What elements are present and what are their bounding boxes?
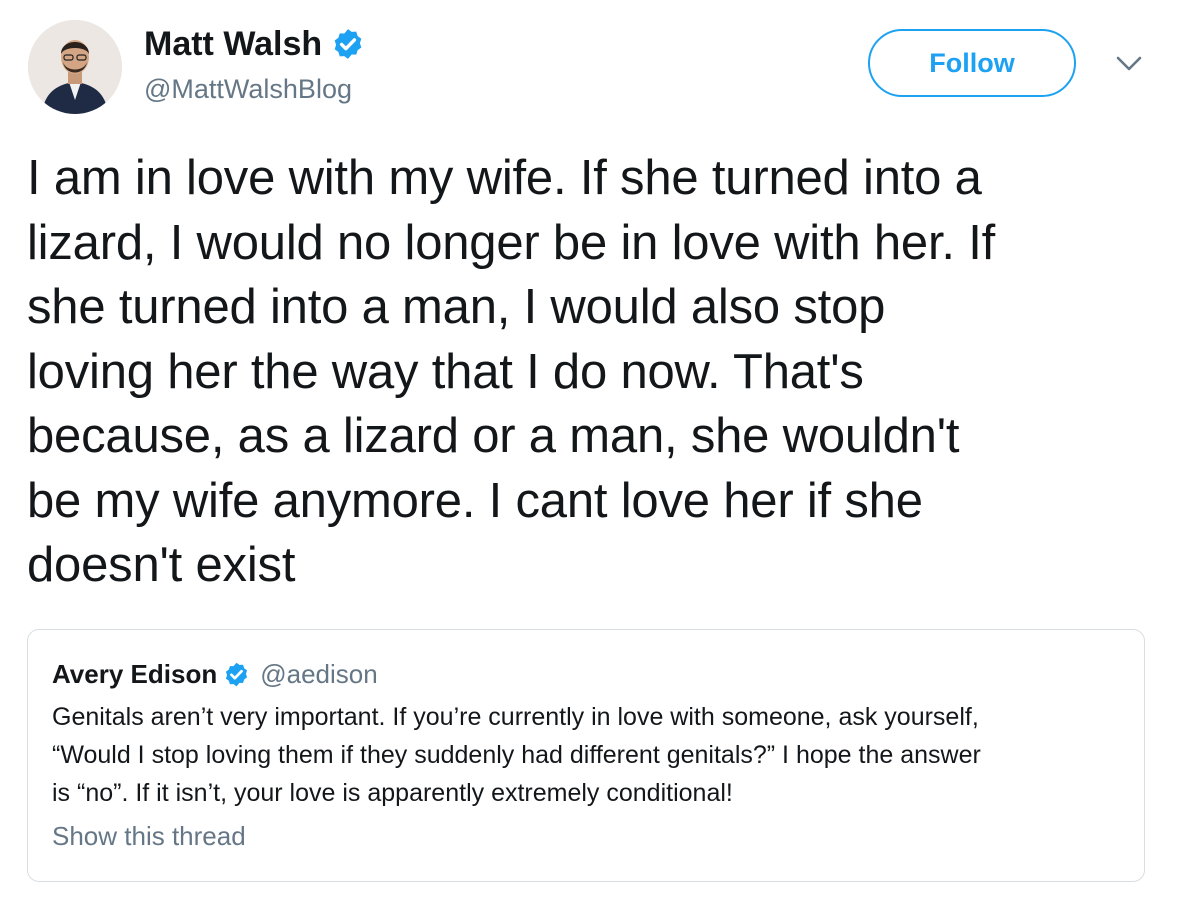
tweet-text-line: doesn't exist bbox=[27, 538, 296, 592]
tweet-text-line: be my wife anymore. I cant love her if s… bbox=[27, 473, 923, 528]
tweet-text-line: she turned into a man, I would also stop bbox=[27, 280, 886, 334]
tweet-text-line: lizard, I would no longer be in love wit… bbox=[27, 215, 996, 270]
quoted-tweet-line: “Would I stop loving them if they sudden… bbox=[52, 741, 981, 769]
quoted-tweet-card[interactable]: Avery Edison @aedison Genitals aren’t ve… bbox=[27, 629, 1145, 882]
tweet-text-line: I am in love with my wife. If she turned… bbox=[27, 151, 982, 205]
tweet-card: Matt Walsh @MattWalshBlog Follow I am in… bbox=[0, 0, 1180, 906]
tweet-text-line: because, as a lizard or a man, she would… bbox=[27, 409, 960, 463]
quoted-author-handle: @aedison bbox=[260, 658, 378, 689]
avatar-image bbox=[28, 20, 122, 114]
verified-badge-icon bbox=[223, 661, 250, 688]
tweet-text-line: loving her the way that I do now. That's bbox=[27, 344, 864, 399]
quoted-tweet-line: Genitals aren’t very important. If you’r… bbox=[52, 703, 979, 731]
quoted-tweet-line: is “no”. If it isn’t, your love is appar… bbox=[52, 779, 733, 807]
author-handle[interactable]: @MattWalshBlog bbox=[144, 72, 352, 106]
follow-button[interactable]: Follow bbox=[868, 29, 1076, 97]
avatar[interactable] bbox=[28, 20, 122, 114]
quoted-tweet-header: Avery Edison @aedison bbox=[52, 656, 378, 692]
quoted-tweet-text: Genitals aren’t very important. If you’r… bbox=[52, 698, 1132, 812]
author-name-text[interactable]: Matt Walsh bbox=[144, 24, 322, 64]
verified-badge-icon bbox=[331, 27, 365, 61]
show-thread-link[interactable]: Show this thread bbox=[52, 818, 246, 854]
chevron-down-icon[interactable] bbox=[1114, 52, 1144, 76]
tweet-text: I am in love with my wife. If she turned… bbox=[27, 146, 1167, 598]
author-name[interactable]: Matt Walsh bbox=[144, 24, 365, 64]
quoted-author-name: Avery Edison bbox=[52, 658, 218, 689]
